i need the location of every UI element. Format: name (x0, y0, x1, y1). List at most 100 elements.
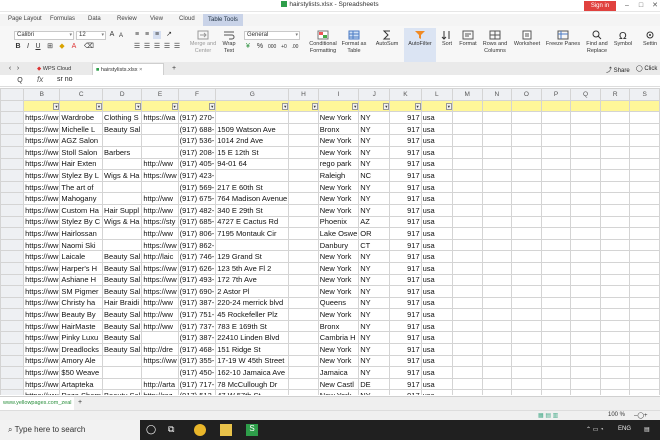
font-color-icon[interactable]: A (70, 43, 78, 51)
column-header-l[interactable]: L (420, 88, 453, 101)
grid-cell[interactable]: http://ww (141, 296, 179, 310)
grid-cell[interactable] (540, 192, 572, 205)
align-left-icon[interactable]: ☰ (133, 43, 141, 51)
grid-cell[interactable]: (917) 468- (177, 343, 217, 356)
grid-cell[interactable] (288, 192, 319, 205)
grid-cell[interactable]: Bronx (317, 122, 360, 136)
grid-cell[interactable] (540, 203, 572, 217)
grid-cell[interactable] (570, 238, 601, 252)
grid-cell[interactable]: 917 (389, 377, 422, 391)
grid-cell[interactable]: NY (358, 192, 391, 205)
grid-cell[interactable] (511, 308, 542, 321)
grid-cell[interactable]: 4727 E Cactus Rd (215, 215, 290, 229)
grid-cell[interactable]: https://ww (23, 203, 61, 217)
grid-cell[interactable]: NY (358, 296, 391, 310)
grid-cell[interactable]: New York (317, 203, 360, 217)
grid-cell[interactable]: 917 (389, 250, 422, 263)
grid-cell[interactable]: (917) 513- (177, 389, 217, 395)
grid-cell[interactable] (102, 227, 143, 240)
grid-cell[interactable]: 47 W 57th St (215, 389, 290, 395)
grid-cell[interactable] (288, 377, 319, 391)
grid-cell[interactable] (102, 354, 143, 368)
row-header[interactable] (0, 261, 25, 275)
font-shrink-icon[interactable]: A (117, 32, 125, 40)
grid-cell[interactable] (599, 180, 631, 194)
grid-cell[interactable]: Christy ha (59, 296, 104, 310)
grid-cell[interactable]: (917) 536- (177, 134, 217, 147)
grid-cell[interactable] (570, 192, 601, 205)
grid-cell[interactable] (481, 203, 513, 217)
grid-cell[interactable] (629, 343, 660, 356)
row-header[interactable] (0, 122, 25, 136)
grid-cell[interactable] (451, 319, 483, 333)
grid-cell[interactable] (288, 273, 319, 287)
grid-cell[interactable] (629, 169, 660, 182)
grid-cell[interactable]: Beauty Sal (102, 389, 143, 395)
add-sheet-icon[interactable]: + (76, 399, 84, 407)
grid-cell[interactable] (288, 169, 319, 182)
column-header-c[interactable]: C (59, 88, 104, 101)
grid-cell[interactable]: 917 (389, 366, 422, 379)
grid-cell[interactable] (451, 238, 483, 252)
column-header-j[interactable]: J (358, 88, 391, 101)
grid-cell[interactable]: NY (358, 203, 391, 217)
grid-cell[interactable]: NY (358, 122, 391, 136)
grid-cell[interactable]: Pinky Luxu (59, 331, 104, 345)
decrease-decimal-icon[interactable]: .00 (291, 43, 299, 51)
grid-cell[interactable] (540, 238, 572, 252)
grid-cell[interactable] (481, 273, 513, 287)
grid-cell[interactable] (599, 273, 631, 287)
grid-cell[interactable] (141, 134, 179, 147)
grid-cell[interactable]: 917 (389, 354, 422, 368)
grid-cell[interactable]: https://ww (23, 180, 61, 194)
grid-cell[interactable]: 151 Ridge St (215, 343, 290, 356)
grid-cell[interactable] (288, 238, 319, 252)
grid-cell[interactable]: (917) 450- (177, 366, 217, 379)
grid-cell[interactable]: http://arta (141, 377, 179, 391)
click-button[interactable]: ◯ Click (636, 65, 657, 72)
grid-cell[interactable]: usa (420, 215, 453, 229)
filter-cell[interactable]: ▼ (59, 99, 104, 113)
grid-cell[interactable]: https://ww (23, 377, 61, 391)
grid-cell[interactable] (481, 169, 513, 182)
grid-cell[interactable] (540, 180, 572, 194)
row-header[interactable] (0, 354, 25, 368)
grid-cell[interactable]: https://ww (23, 169, 61, 182)
grid-cell[interactable] (570, 227, 601, 240)
grid-cell[interactable]: usa (420, 227, 453, 240)
grid-cell[interactable] (288, 366, 319, 379)
grid-cell[interactable]: Ashiane H (59, 273, 104, 287)
grid-cell[interactable]: https://ww (141, 354, 179, 368)
grid-cell[interactable]: https://ww (23, 308, 61, 321)
freeze-panes-button[interactable]: Freeze Panes (544, 30, 582, 48)
grid-cell[interactable]: Beauty Sal (102, 331, 143, 345)
row-header[interactable] (0, 308, 25, 321)
grid-cell[interactable] (629, 192, 660, 205)
grid-cell[interactable]: 7195 Montauk Cir (215, 227, 290, 240)
grid-cell[interactable]: Beauty Sal (102, 343, 143, 356)
grid-cell[interactable] (570, 377, 601, 391)
grid-cell[interactable] (599, 169, 631, 182)
grid-cell[interactable]: 917 (389, 343, 422, 356)
grid-cell[interactable]: usa (420, 203, 453, 217)
grid-cell[interactable]: http://ww (141, 319, 179, 333)
filter-dropdown-icon[interactable]: ▼ (445, 102, 452, 110)
grid-cell[interactable]: New York (317, 273, 360, 287)
grid-cell[interactable]: http://ww (141, 203, 179, 217)
grid-cell[interactable] (570, 157, 601, 171)
grid-cell[interactable] (540, 273, 572, 287)
grid-cell[interactable] (599, 343, 631, 356)
grid-cell[interactable]: The art of (59, 180, 104, 194)
grid-cell[interactable] (481, 134, 513, 147)
tab-table-tools[interactable]: Table Tools (203, 14, 243, 26)
grid-cell[interactable] (481, 157, 513, 171)
grid-cell[interactable] (599, 134, 631, 147)
grid-cell[interactable] (629, 296, 660, 310)
row-header[interactable] (0, 377, 25, 391)
grid-cell[interactable]: 340 E 29th St (215, 203, 290, 217)
grid-cell[interactable] (570, 285, 601, 298)
border-icon[interactable]: ⊞ (46, 43, 54, 51)
grid-cell[interactable] (288, 250, 319, 263)
grid-cell[interactable] (570, 331, 601, 345)
grid-cell[interactable]: Barbers (102, 145, 143, 159)
